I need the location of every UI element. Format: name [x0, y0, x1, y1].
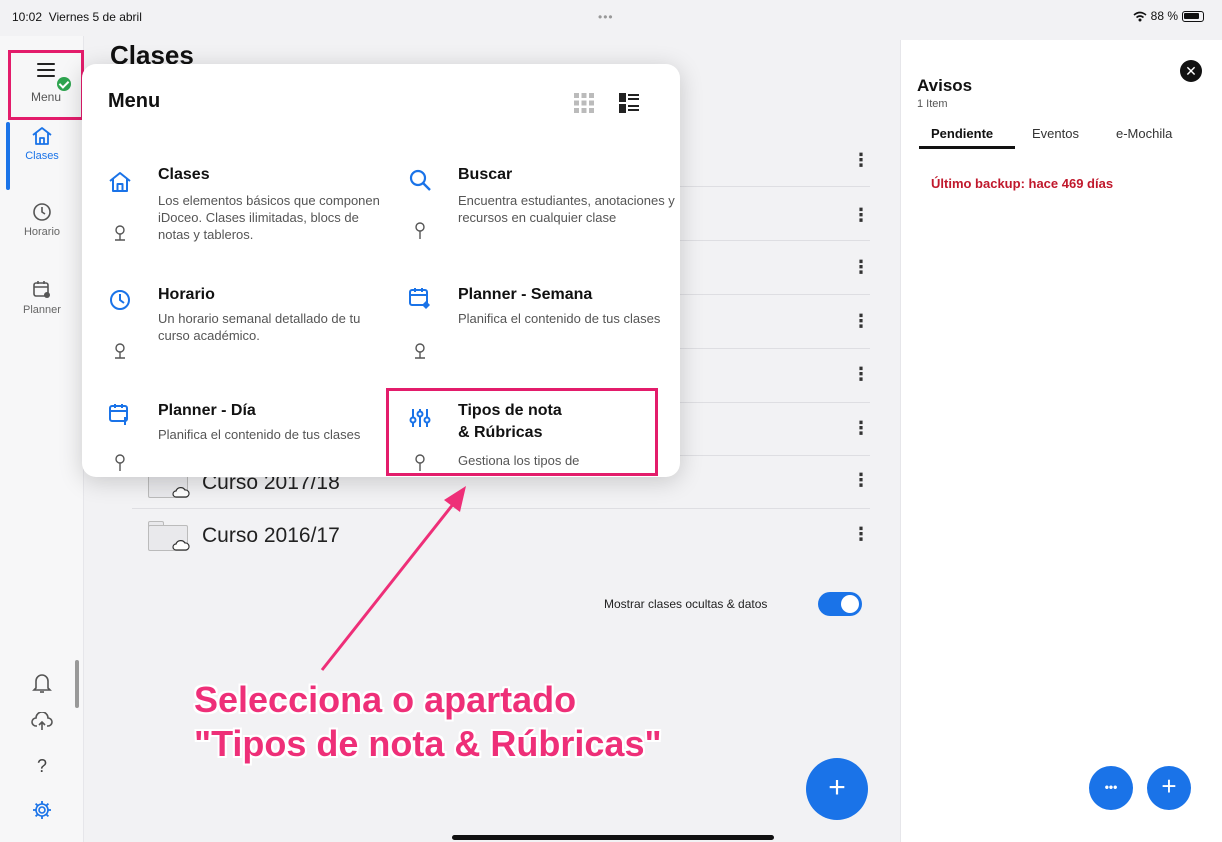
status-bar: 10:02 Viernes 5 de abril ••• 88 %: [0, 0, 1222, 36]
clock-icon: [110, 290, 130, 310]
menu-item-planner-semana[interactable]: Planner - Semana Planifica el contenido …: [408, 284, 678, 384]
bell-icon: [32, 674, 52, 693]
row-menu-icon[interactable]: ⋮: [852, 205, 870, 226]
menu-item-buscar[interactable]: Buscar Encuentra estudiantes, anotacione…: [408, 164, 678, 264]
backup-warning: Último backup: hace 469 días: [931, 176, 1114, 191]
row-menu-icon[interactable]: ⋮: [852, 257, 870, 278]
menu-item-clases[interactable]: Clases Los elementos básicos que compone…: [108, 164, 380, 274]
menu-item-desc: Planifica el contenido de tus clases: [158, 427, 361, 442]
list-item[interactable]: Curso 2016/17: [148, 516, 340, 556]
clock-icon: [33, 203, 51, 221]
more-button[interactable]: •••: [1089, 766, 1133, 810]
pin-icon[interactable]: [112, 342, 128, 360]
rail-item-horario[interactable]: Horario: [0, 202, 84, 238]
pin-icon[interactable]: [112, 454, 128, 472]
menu-item-title: Horario: [158, 286, 215, 303]
cloud-icon: [172, 540, 190, 551]
status-right: 88 %: [1133, 9, 1204, 23]
menu-item-planner-dia[interactable]: Planner - Día Planifica el contenido de …: [108, 400, 378, 477]
hamburger-icon: [37, 63, 55, 81]
row-divider: [132, 508, 870, 509]
menu-button-label: Menu: [30, 90, 62, 104]
battery-percent: 88 %: [1150, 9, 1178, 23]
pin-icon[interactable]: [412, 222, 428, 240]
home-indicator[interactable]: [452, 835, 774, 840]
cloud-icon: [172, 487, 190, 498]
tab-eventos[interactable]: Eventos: [1032, 126, 1079, 141]
battery-icon: [1182, 10, 1204, 22]
menu-title: Menu: [108, 90, 161, 112]
row-menu-icon[interactable]: ⋮: [852, 524, 870, 545]
rail-item-clases[interactable]: Clases: [0, 126, 84, 162]
grid-view-icon[interactable]: [573, 92, 595, 114]
menu-item-desc: Un horario semanal detallado de tu curso…: [158, 311, 361, 343]
panel-subtitle: 1 Item: [917, 98, 948, 110]
add-notice-button[interactable]: +: [1147, 766, 1191, 810]
planner-week-icon: [409, 288, 430, 309]
folder-name: Curso 2016/17: [202, 524, 340, 547]
show-hidden-toggle[interactable]: [818, 592, 862, 616]
panel-title: Avisos: [917, 76, 973, 95]
wifi-icon: [1133, 11, 1147, 21]
list-view-icon[interactable]: [618, 92, 640, 114]
home-icon: [32, 127, 52, 145]
rail-item-planner[interactable]: Planner: [0, 280, 84, 316]
tab-e-mochila[interactable]: e-Mochila: [1116, 126, 1172, 141]
settings-button[interactable]: [0, 800, 84, 824]
row-menu-icon[interactable]: ⋮: [852, 418, 870, 439]
row-menu-icon[interactable]: ⋮: [852, 311, 870, 332]
notices-panel: ✕ Avisos 1 Item Pendiente Eventos e-Moch…: [900, 40, 1222, 842]
folder-icon: [148, 521, 190, 551]
show-hidden-label: Mostrar clases ocultas & datos: [604, 597, 768, 611]
notifications-button[interactable]: [0, 672, 84, 698]
menu-item-desc: Planifica el contenido de tus clases: [458, 311, 661, 326]
tab-pendiente[interactable]: Pendiente: [931, 126, 993, 141]
menu-item-title: Buscar: [458, 166, 513, 183]
rail-label: Clases: [25, 150, 59, 162]
menu-item-title: Planner - Semana: [458, 286, 593, 303]
check-badge-icon: [57, 77, 71, 91]
menu-button[interactable]: Menu: [8, 50, 84, 120]
menu-item-desc: Los elementos básicos que componen iDoce…: [158, 193, 380, 242]
search-icon: [409, 169, 431, 191]
planner-icon: [33, 281, 50, 298]
cloud-sync-icon: [31, 712, 53, 730]
menu-item-title: Clases: [158, 166, 210, 183]
help-button[interactable]: ?: [0, 756, 84, 777]
close-icon[interactable]: ✕: [1180, 60, 1202, 82]
annotation-text: Selecciona o apartado "Tipos de nota & R…: [194, 679, 662, 764]
active-tab-indicator: [919, 146, 1015, 149]
menu-item-desc: Encuentra estudiantes, anotaciones y rec…: [458, 193, 675, 225]
row-menu-icon[interactable]: ⋮: [852, 150, 870, 171]
rail-label: Planner: [23, 304, 61, 316]
menu-item-horario[interactable]: Horario Un horario semanal detallado de …: [108, 284, 378, 384]
cloud-sync-button[interactable]: [0, 712, 84, 736]
highlight-box: [386, 388, 658, 476]
multitasking-dots[interactable]: •••: [598, 10, 614, 24]
gear-icon: [33, 801, 51, 819]
row-menu-icon[interactable]: ⋮: [852, 364, 870, 385]
planner-day-icon: [109, 404, 128, 425]
row-menu-icon[interactable]: ⋮: [852, 470, 870, 491]
status-time-date: 10:02 Viernes 5 de abril: [12, 10, 142, 24]
pin-icon[interactable]: [412, 342, 428, 360]
home-icon: [109, 172, 131, 192]
add-class-button[interactable]: +: [806, 758, 868, 820]
rail-label: Horario: [23, 226, 61, 238]
pin-icon[interactable]: [112, 224, 128, 242]
left-rail: Clases Horario Planner ?: [0, 36, 84, 842]
menu-item-title: Planner - Día: [158, 402, 256, 419]
